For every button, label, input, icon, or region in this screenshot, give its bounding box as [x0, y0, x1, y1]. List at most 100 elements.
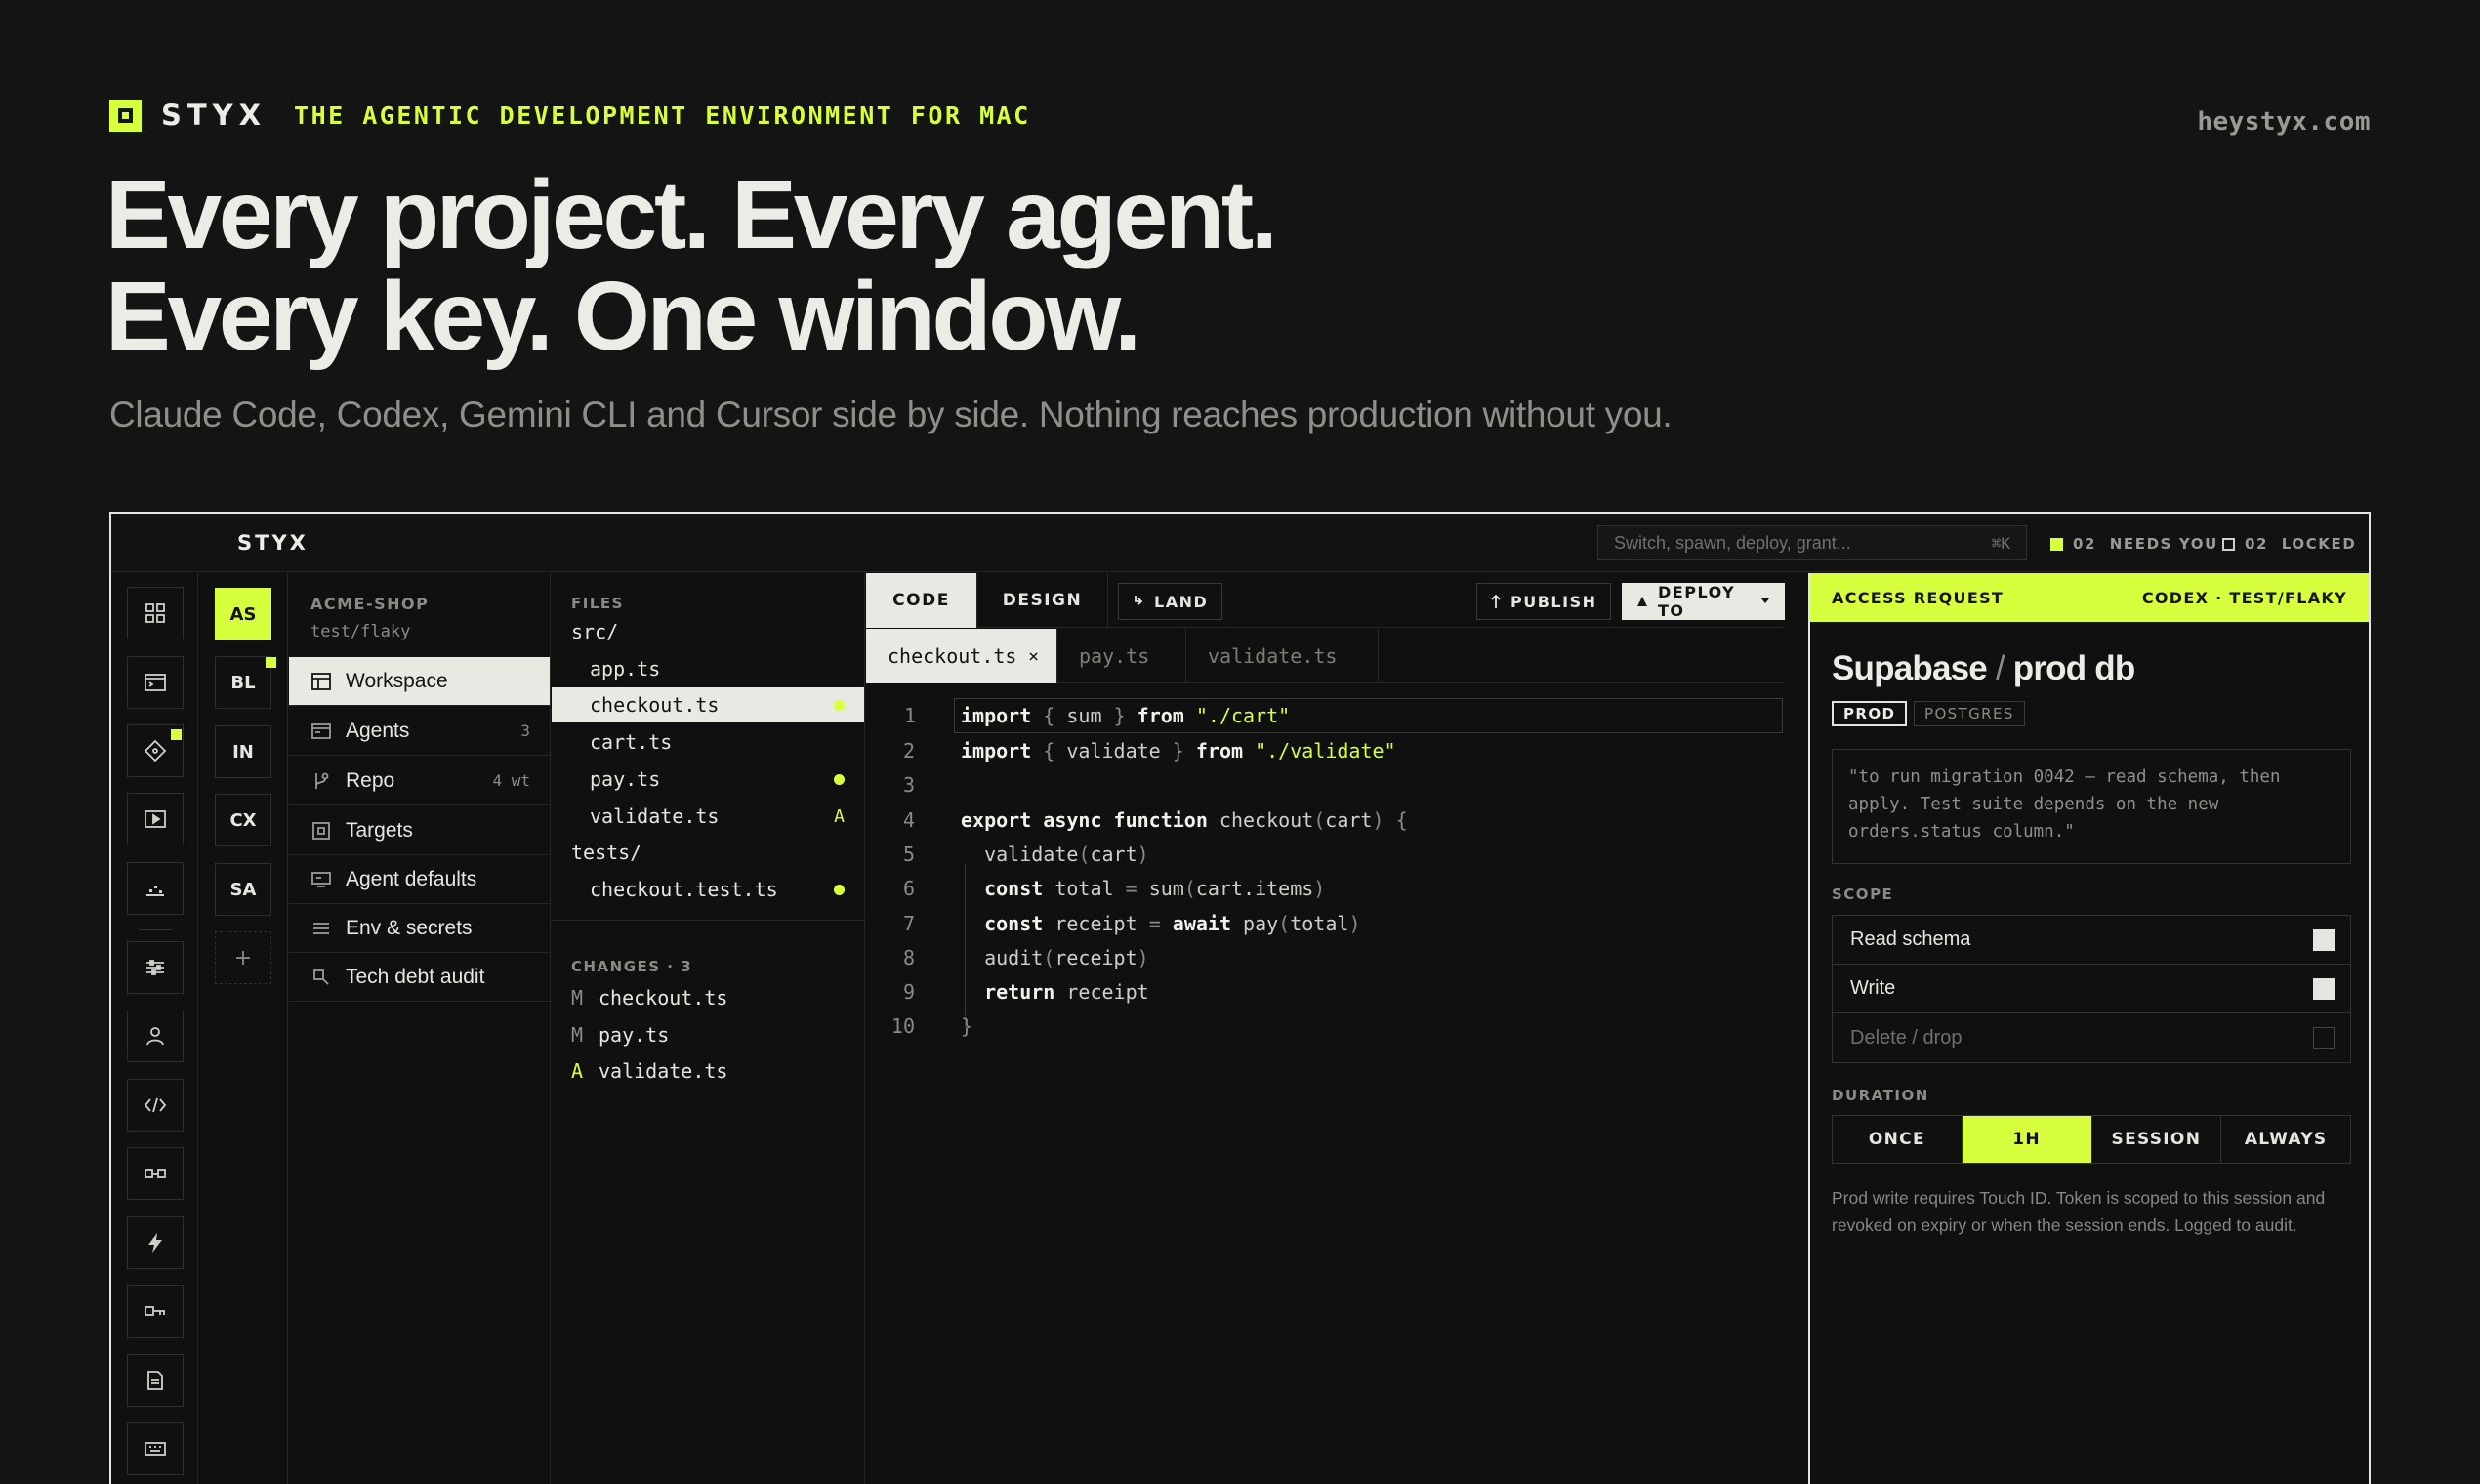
- code-line[interactable]: 8 audit(receipt): [866, 940, 1785, 975]
- code-text: export async function checkout(cart) {: [961, 808, 1408, 832]
- scope-list: Read schema Write Delete / drop: [1832, 915, 2351, 1063]
- tab-code[interactable]: CODE: [866, 573, 977, 628]
- change-row[interactable]: A validate.ts: [571, 1053, 727, 1089]
- file-name: checkout.test.ts: [590, 878, 778, 901]
- headline-line-2: Every key. One window.: [105, 262, 1141, 371]
- triangle-up-icon: [1636, 596, 1648, 607]
- nav-item-agent-defaults[interactable]: Agent defaults: [289, 855, 550, 904]
- nav-item-workspace[interactable]: Workspace: [289, 657, 550, 706]
- code-line[interactable]: 9 return receipt: [866, 974, 1785, 1010]
- keyboard-icon[interactable]: [127, 1422, 184, 1475]
- code-line[interactable]: 10 }: [866, 1009, 1785, 1044]
- scope-delete-drop[interactable]: Delete / drop: [1833, 1013, 2350, 1062]
- folder-tests[interactable]: tests/: [552, 835, 864, 870]
- chart-icon[interactable]: [127, 862, 184, 915]
- scope-read-schema[interactable]: Read schema: [1833, 916, 2350, 965]
- line-number: 2: [902, 739, 915, 763]
- code-icon[interactable]: [127, 1079, 184, 1132]
- code-line[interactable]: 7 const receipt = await pay(total): [866, 906, 1785, 941]
- file-checkout-test-ts[interactable]: checkout.test.ts: [552, 872, 864, 907]
- file-cart-ts[interactable]: cart.ts: [552, 724, 864, 760]
- code-line[interactable]: 3: [866, 767, 1785, 803]
- file-tab-pay-ts[interactable]: pay.ts: [1057, 629, 1186, 683]
- change-row[interactable]: M checkout.ts: [571, 980, 727, 1015]
- code-line[interactable]: 2 import { validate } from "./validate": [866, 733, 1785, 768]
- env-badge: PROD: [1832, 701, 1908, 726]
- dashboard-icon[interactable]: [127, 587, 184, 639]
- duration-session[interactable]: SESSION: [2092, 1116, 2222, 1163]
- code-line[interactable]: 6 const total = sum(cart.items): [866, 871, 1785, 906]
- rail-divider: [139, 929, 172, 930]
- duration-1h[interactable]: 1H: [1962, 1116, 2092, 1163]
- user-icon[interactable]: [127, 1010, 184, 1062]
- line-number: 10: [890, 1014, 915, 1038]
- branch-name: test/flaky: [310, 622, 411, 641]
- scope-checkbox[interactable]: [2313, 977, 2335, 1000]
- code-text: import { validate } from "./validate": [961, 739, 1396, 763]
- project-as[interactable]: AS: [215, 588, 271, 640]
- file-validate-ts[interactable]: validate.ts A: [552, 799, 864, 834]
- nav-item-label: Env & secrets: [346, 916, 473, 939]
- project-cx[interactable]: CX: [215, 794, 271, 846]
- deploy-to-button[interactable]: DEPLOY TO: [1622, 583, 1785, 620]
- site-link[interactable]: heystyx.com: [2197, 107, 2371, 137]
- status-locked[interactable]: 02 LOCKED: [2222, 535, 2356, 553]
- sliders-icon[interactable]: [127, 941, 184, 994]
- code-line[interactable]: 4 export async function checkout(cart) {: [866, 803, 1785, 838]
- scope-write[interactable]: Write: [1833, 965, 2350, 1013]
- change-status: M: [571, 986, 584, 1010]
- project-bl[interactable]: BL: [215, 656, 271, 709]
- scope-checkbox[interactable]: [2313, 1027, 2335, 1049]
- headline: Every project. Every agent. Every key. O…: [105, 164, 1278, 371]
- editor-mode-tabs: CODE DESIGN LAND PUBLISH DEPLOY TO: [866, 573, 1785, 628]
- key-icon[interactable]: [127, 1285, 184, 1338]
- nav-item-agents[interactable]: Agents 3: [289, 707, 550, 756]
- close-icon[interactable]: ×: [1028, 646, 1039, 667]
- access-request-title: ACCESS REQUEST: [1832, 588, 2005, 607]
- folder-src[interactable]: src/: [552, 614, 864, 649]
- project-switcher: AS BL IN CX SA +: [199, 573, 288, 1484]
- change-file: pay.ts: [599, 1023, 670, 1047]
- file-tab-checkout-ts[interactable]: checkout.ts ×: [866, 629, 1057, 683]
- add-project-button[interactable]: +: [215, 931, 271, 984]
- project-in[interactable]: IN: [215, 725, 271, 778]
- file-tab-validate-ts[interactable]: validate.ts: [1186, 629, 1379, 683]
- scope-checkbox[interactable]: [2313, 928, 2335, 951]
- title-separator: /: [1995, 649, 2005, 687]
- file-pay-ts[interactable]: pay.ts: [552, 762, 864, 797]
- bolt-icon[interactable]: [127, 1216, 184, 1269]
- code-text: const receipt = await pay(total): [984, 912, 1361, 935]
- terminal-icon[interactable]: [127, 656, 184, 709]
- duration-always[interactable]: ALWAYS: [2221, 1116, 2350, 1163]
- publish-button[interactable]: PUBLISH: [1476, 583, 1612, 620]
- nav-item-tech-debt-audit[interactable]: Tech debt audit: [289, 953, 550, 1002]
- nav-item-label: Agent defaults: [346, 867, 477, 890]
- document-icon[interactable]: [127, 1354, 184, 1407]
- access-request-header: ACCESS REQUEST CODEX · TEST/FLAKY: [1810, 573, 2369, 622]
- file-checkout-ts[interactable]: checkout.ts: [552, 687, 864, 722]
- status-needs-you[interactable]: 02 NEEDS YOU: [2050, 535, 2218, 553]
- duration-once[interactable]: ONCE: [1833, 1116, 1963, 1163]
- line-number: 7: [902, 912, 915, 935]
- change-status: M: [571, 1023, 584, 1047]
- code-line[interactable]: 5 validate(cart): [866, 837, 1785, 872]
- modified-dot-icon: [834, 884, 845, 895]
- tab-design[interactable]: DESIGN: [977, 573, 1108, 628]
- line-number: 1: [903, 704, 916, 727]
- project-sa[interactable]: SA: [215, 863, 271, 916]
- file-app-ts[interactable]: app.ts: [552, 651, 864, 686]
- nav-item-env-secrets[interactable]: Env & secrets: [289, 904, 550, 953]
- change-row[interactable]: M pay.ts: [571, 1017, 669, 1052]
- nav-item-targets[interactable]: Targets: [289, 806, 550, 855]
- code-line[interactable]: 1 import { sum } from "./cart": [904, 698, 1783, 733]
- command-palette-input[interactable]: Switch, spawn, deploy, grant... ⌘K: [1597, 525, 2027, 560]
- line-number: 6: [902, 877, 915, 900]
- play-icon[interactable]: [127, 793, 184, 845]
- land-button[interactable]: LAND: [1118, 583, 1223, 620]
- line-number: 4: [902, 808, 915, 832]
- link-icon[interactable]: [127, 1147, 184, 1200]
- file-explorer: FILES src/ app.ts checkout.ts cart.ts pa…: [552, 573, 865, 1484]
- search-icon: [310, 967, 332, 988]
- nav-item-repo[interactable]: Repo 4 wt: [289, 757, 550, 805]
- file-name: validate.ts: [590, 804, 720, 828]
